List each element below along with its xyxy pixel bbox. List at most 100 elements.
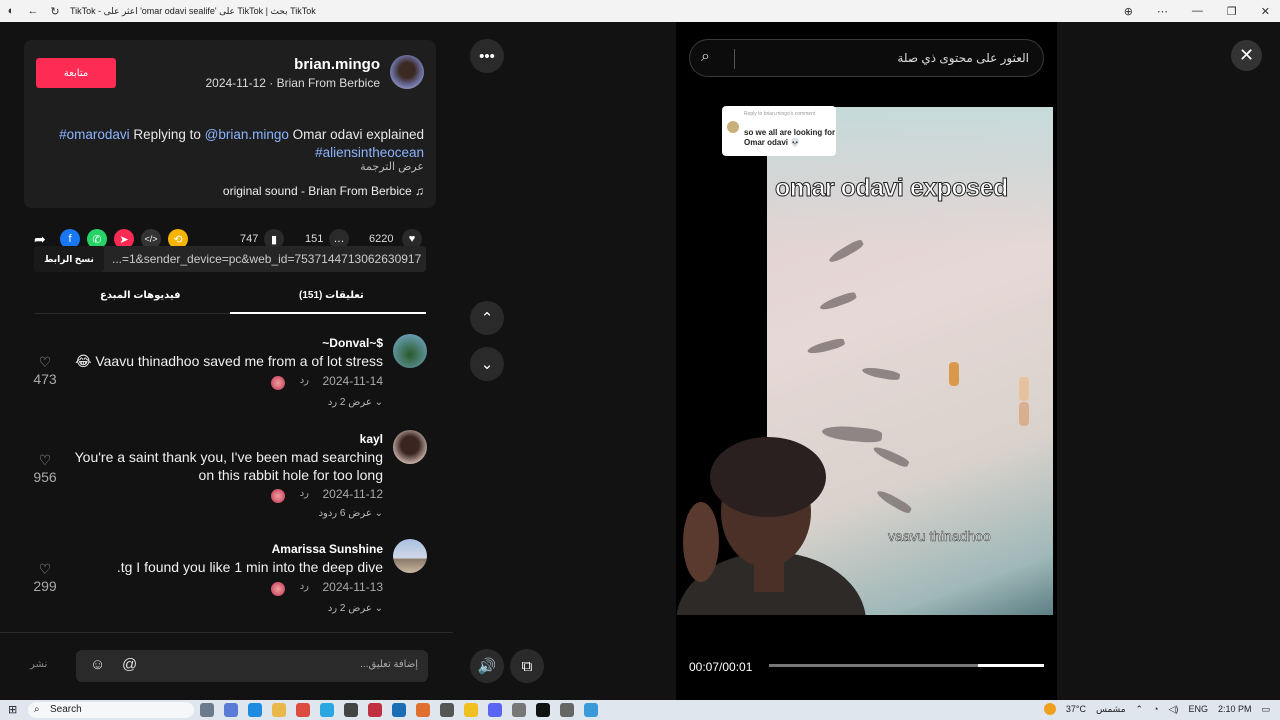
follow-button[interactable]: متابعة xyxy=(36,58,116,88)
comment-text: .tg I found you like 1 min into the deep… xyxy=(116,559,383,575)
commenter-name[interactable]: Amarissa Sunshine xyxy=(272,542,383,556)
clock[interactable]: 2:10 PM xyxy=(1218,704,1252,714)
post-info-card: متابعة brian.mingo 2024-11-12 · Brian Fr… xyxy=(24,40,436,208)
app-icon[interactable] xyxy=(344,703,358,717)
creator-liked-avatar xyxy=(271,376,285,390)
more-menu-icon[interactable]: ⋯ xyxy=(1157,5,1168,18)
chevron-down-icon: ⌄ xyxy=(374,603,383,614)
shark-shape xyxy=(875,488,913,515)
window-close-button[interactable]: ✕ xyxy=(1261,5,1270,18)
hashtag-link[interactable]: #omarodavi xyxy=(59,127,130,142)
app-icon[interactable] xyxy=(560,703,574,717)
author-avatar[interactable] xyxy=(390,55,424,89)
comment-input[interactable]: ☺ @ ...إضافة تعليق xyxy=(76,650,428,682)
person-shape xyxy=(1019,402,1029,426)
emoji-icon[interactable]: ☺ xyxy=(90,656,105,673)
maximize-button[interactable]: ❐ xyxy=(1227,5,1237,18)
comment-like-count: 956 xyxy=(33,469,57,485)
notifications-icon[interactable]: ▭ xyxy=(1261,704,1270,715)
search-icon[interactable]: ⌕ xyxy=(701,48,710,66)
taskbar-apps xyxy=(200,703,598,717)
translate-link[interactable]: عرض الترجمة xyxy=(360,160,424,173)
file-explorer-icon[interactable] xyxy=(272,703,286,717)
comment-like-button[interactable]: ♡ 299 xyxy=(30,561,60,594)
comment-date: 2024-11-12 xyxy=(322,487,384,501)
active-tab-indicator xyxy=(230,312,426,314)
chrome-icon[interactable] xyxy=(296,703,310,717)
mention-icon[interactable]: @ xyxy=(122,656,137,673)
app-icon[interactable] xyxy=(368,703,382,717)
close-icon[interactable]: ✕ xyxy=(1231,40,1262,71)
shark-shape xyxy=(861,365,901,382)
sticker-avatar xyxy=(727,121,739,133)
app-icon[interactable] xyxy=(416,703,430,717)
tab-creator-videos[interactable]: فيديوهات المبدع xyxy=(100,290,181,301)
edge-icon[interactable] xyxy=(248,703,262,717)
view-replies-button[interactable]: عرض 6 ردود ⌄ xyxy=(319,508,383,519)
app-icon[interactable] xyxy=(512,703,526,717)
volume-icon[interactable]: 🔊 xyxy=(470,649,504,683)
commenter-name[interactable]: ~Donval~$ xyxy=(322,336,383,350)
discord-icon[interactable] xyxy=(488,703,502,717)
floating-player-icon[interactable]: ⧉ xyxy=(510,649,544,683)
chevron-down-nav-icon[interactable]: ⌄ xyxy=(470,347,504,381)
commenter-avatar[interactable] xyxy=(393,539,427,573)
view-replies-label: عرض 2 رد xyxy=(327,603,372,614)
task-view-icon[interactable] xyxy=(200,703,214,717)
view-replies-button[interactable]: عرض 2 رد ⌄ xyxy=(328,397,383,408)
right-background xyxy=(1057,22,1280,700)
steam-icon[interactable] xyxy=(392,703,406,717)
sound-label: original sound - Brian From Berbice xyxy=(222,184,412,198)
windows-start-icon[interactable]: ⊞ xyxy=(8,703,17,716)
commenter-name[interactable]: kayl xyxy=(360,432,383,446)
comment-tabs: فيديوهات المبدع تعليقات (151) xyxy=(34,284,426,314)
language-indicator[interactable]: ENG xyxy=(1188,704,1208,714)
back-icon[interactable]: ← xyxy=(22,5,44,17)
app-icon[interactable] xyxy=(320,703,334,717)
reply-button[interactable]: رد xyxy=(300,581,309,592)
app-icon[interactable] xyxy=(440,703,454,717)
chevron-up-icon[interactable]: ⌃ xyxy=(470,301,504,335)
creator-liked-avatar xyxy=(271,582,285,596)
refresh-icon[interactable]: ↻ xyxy=(44,5,66,18)
comment-like-button[interactable]: ♡ 473 xyxy=(30,354,60,387)
comment-like-count: 473 xyxy=(33,371,57,387)
tab-comments[interactable]: تعليقات (151) xyxy=(299,290,364,301)
heart-icon: ♡ xyxy=(38,354,52,370)
commenter-avatar[interactable] xyxy=(393,430,427,464)
app-icon[interactable] xyxy=(584,703,598,717)
shark-shape xyxy=(871,444,911,469)
reply-button[interactable]: رد xyxy=(300,488,309,499)
search-placeholder: العثور على محتوى ذي صلة xyxy=(897,51,1029,65)
creator-liked-avatar xyxy=(271,489,285,503)
taskbar-search[interactable]: ⌕ Search xyxy=(28,702,194,718)
related-search-bar[interactable]: ⌕ العثور على محتوى ذي صلة xyxy=(689,39,1044,77)
comment-text: You're a saint thank you, I've been mad … xyxy=(74,449,383,483)
tiktok-icon[interactable] xyxy=(536,703,550,717)
mention-link[interactable]: @brian.mingo xyxy=(205,127,289,142)
sound-link[interactable]: original sound - Brian From Berbice ♫ xyxy=(223,184,424,198)
network-icon[interactable]: ◔ xyxy=(1153,704,1158,714)
video-progress-bar[interactable] xyxy=(769,664,1044,667)
minimize-button[interactable]: — xyxy=(1192,5,1203,18)
post-comment-button[interactable]: نشر xyxy=(30,659,47,670)
view-replies-label: عرض 6 ردود xyxy=(318,508,372,519)
commenter-avatar[interactable] xyxy=(393,334,427,368)
desc-reply-text: Replying to xyxy=(129,127,205,142)
copy-link-button[interactable]: نسخ الرابط xyxy=(34,246,104,272)
app-icon[interactable] xyxy=(464,703,478,717)
hashtag-link[interactable]: #aliensintheocean xyxy=(315,145,424,160)
zoom-icon[interactable]: ⊕ xyxy=(1124,5,1133,18)
search-divider xyxy=(734,49,735,69)
author-username[interactable]: brian.mingo xyxy=(294,56,380,73)
copilot-icon[interactable] xyxy=(224,703,238,717)
share-url[interactable]: ...=1&sender_device=pc&web_id=7537144713… xyxy=(112,252,421,266)
volume-tray-icon[interactable]: ◁) xyxy=(1169,704,1179,715)
shark-shape xyxy=(818,290,858,313)
tray-chevron-icon[interactable]: ⌃ xyxy=(1136,704,1144,715)
reply-button[interactable]: رد xyxy=(300,375,309,386)
view-replies-button[interactable]: عرض 2 رد ⌄ xyxy=(328,603,383,614)
more-options-icon[interactable]: ••• xyxy=(470,39,504,73)
comment-like-button[interactable]: ♡ 956 xyxy=(30,452,60,485)
person-shape xyxy=(1019,377,1029,401)
